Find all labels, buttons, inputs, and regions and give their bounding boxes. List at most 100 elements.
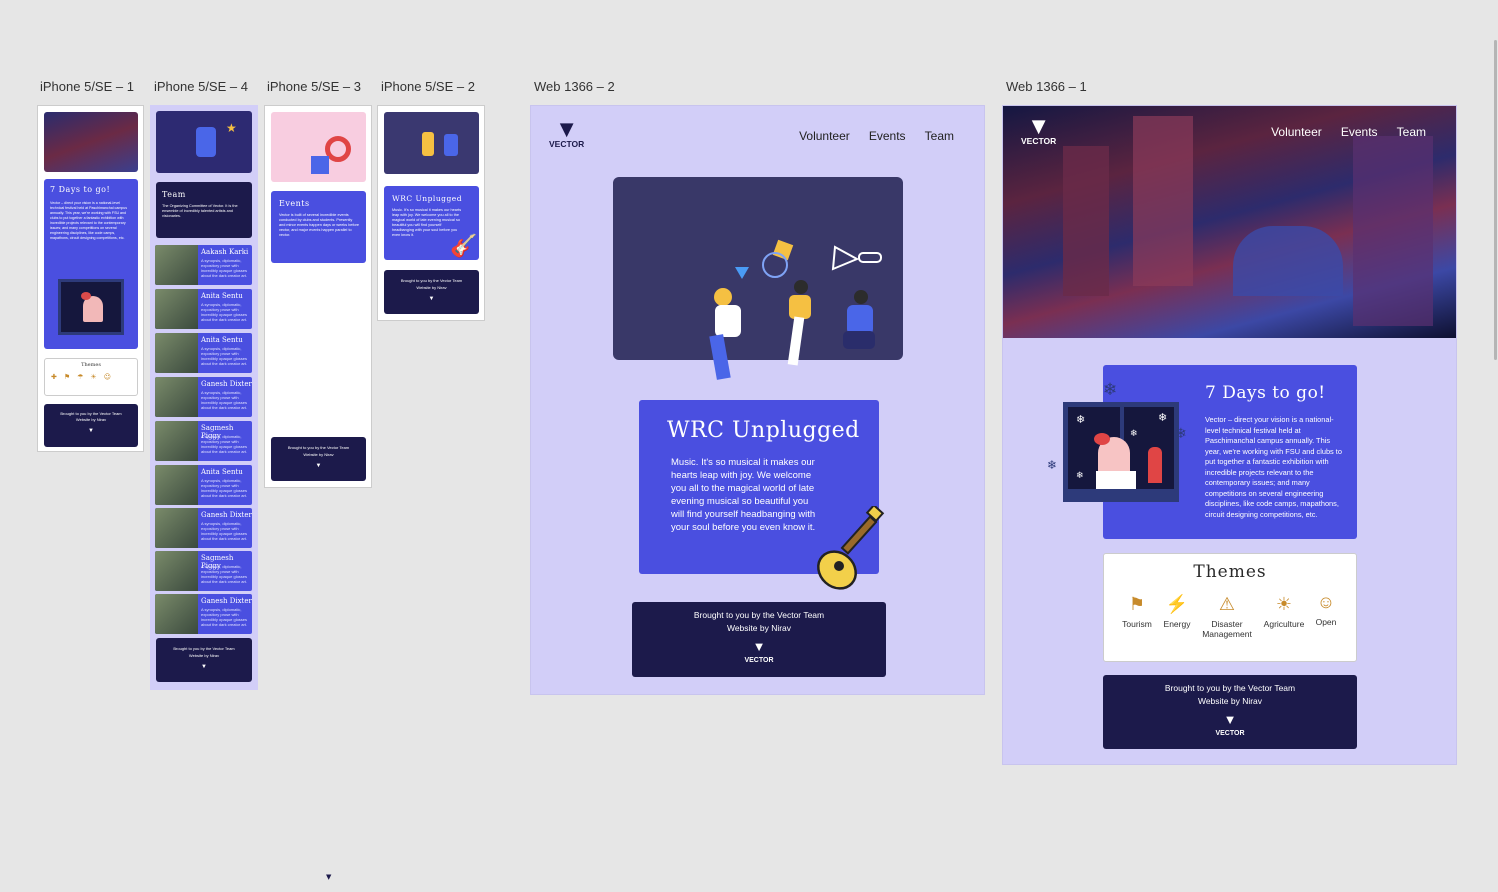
snowflake-icon: ❄ — [1076, 471, 1084, 481]
brand-name: VECTOR — [549, 139, 585, 149]
artboard-iphone-3[interactable]: Events Vector is built of several incred… — [264, 105, 372, 488]
member-name: Ganesh Dixter — [201, 597, 252, 605]
artboard-label-web-2[interactable]: Web 1366 – 2 — [534, 79, 615, 94]
artboard-label-web-1[interactable]: Web 1366 – 1 — [1006, 79, 1087, 94]
member-photo — [155, 594, 198, 634]
team-member-card: Ganesh Dixter A synopsis, diplomatic, exp… — [155, 594, 252, 634]
days-title: 7 Days to go! — [1205, 383, 1326, 403]
team-title: Team — [162, 190, 186, 199]
window-illustration — [58, 279, 124, 335]
hero-photo — [1003, 106, 1456, 338]
wrc-body: Music. It's so musical it makes our hear… — [671, 457, 816, 533]
snowflake-icon: ❄ — [1103, 380, 1118, 400]
vector-logo-icon: ▼ — [1031, 116, 1046, 137]
events-card: Events Vector is built of several incred… — [271, 191, 366, 263]
nav-volunteer[interactable]: Volunteer — [1271, 125, 1322, 139]
team-member-card: Aakash Karki A synopsis, diplomatic, expo… — [155, 245, 252, 285]
nav-events[interactable]: Events — [869, 129, 906, 143]
artboard-iphone-2[interactable]: WRC Unplugged Music. It's so musical it … — [377, 105, 485, 321]
footer-line2: Website by Nirav — [188, 653, 220, 658]
theme-label: Agriculture — [1263, 619, 1305, 629]
team-member-card: Anita Sentu A synopsis, diplomatic, expos… — [155, 465, 252, 505]
footer-brand: VECTOR — [1215, 730, 1245, 737]
member-blurb: A synopsis, diplomatic, expository prose… — [201, 521, 248, 541]
footer-line2: Website by Nirav — [75, 417, 107, 422]
top-nav: Volunteer Events Team — [785, 125, 954, 144]
artboard-label-iphone-1[interactable]: iPhone 5/SE – 1 — [40, 79, 134, 94]
days-title: 7 Days to go! — [50, 185, 111, 194]
member-blurb: A synopsis, diplomatic, expository prose… — [201, 478, 248, 498]
team-member-card: Ganesh Dixter A synopsis, diplomatic, exp… — [155, 377, 252, 417]
hero-photo — [44, 112, 138, 172]
member-name: Ganesh Dixter — [201, 380, 252, 388]
footer-card: Brought to you by the Vector Team Websit… — [44, 404, 138, 447]
theme-disaster-management[interactable]: ⚠ Disaster Management — [1202, 594, 1252, 639]
nav-team[interactable]: Team — [925, 129, 954, 143]
footer-card: Brought to you by the Vector Team Websit… — [156, 638, 252, 682]
footer-line2: Website by Nirav — [416, 285, 447, 290]
vector-logo-icon: ▼ — [428, 296, 435, 302]
member-photo — [155, 551, 198, 591]
team-card: Team The Organizing Committee of Vector.… — [156, 182, 252, 238]
wrc-title: WRC Unplugged — [392, 194, 463, 203]
footer-line2: Website by Nirav — [1197, 696, 1263, 706]
vector-logo-icon: ▼ — [201, 664, 207, 670]
themes-title: Themes — [1193, 562, 1267, 582]
artboard-web-2[interactable]: ▼ VECTOR Volunteer Events Team WRC Unplu… — [530, 105, 985, 695]
vector-logo-icon: ▼ — [752, 639, 766, 654]
footer-card: Brought to you by the Vector Team Websit… — [1103, 675, 1357, 749]
footer-line1: Brought to you by the Vector Team — [173, 646, 235, 651]
member-photo — [155, 508, 198, 548]
dancers-svg — [709, 239, 882, 380]
vector-logo[interactable]: ▼ VECTOR — [549, 119, 585, 150]
artboard-label-iphone-3[interactable]: iPhone 5/SE – 3 — [267, 79, 361, 94]
events-title: Events — [279, 199, 310, 208]
theme-open[interactable]: ☺ Open — [1301, 592, 1351, 627]
member-blurb: A synopsis, diplomatic, expository prose… — [201, 302, 248, 322]
guitar-icon: 🎸 — [450, 234, 478, 259]
artboard-iphone-4[interactable]: ★ Team The Organizing Committee of Vecto… — [150, 105, 258, 690]
theme-label: Energy — [1163, 619, 1191, 629]
footer-line1: Brought to you by the Vector Team — [60, 411, 122, 416]
member-photo — [155, 245, 198, 285]
artboard-label-iphone-4[interactable]: iPhone 5/SE – 4 — [154, 79, 248, 94]
member-name: Ganesh Dixter — [201, 511, 252, 519]
theme-label: Tourism — [1122, 619, 1152, 629]
footer-brand: VECTOR — [744, 657, 774, 664]
days-body: Vector – direct your vision is a nationa… — [50, 201, 128, 240]
team-hero-illustration: ★ — [156, 111, 252, 173]
wrc-title: WRC Unplugged — [667, 418, 860, 443]
themes-card: Themes ✚⚑☂☀☺ — [44, 358, 138, 396]
footer-line1: Brought to you by the Vector Team — [400, 278, 463, 283]
vertical-scrollbar[interactable] — [1494, 40, 1497, 360]
vector-logo-icon: ▼ — [88, 428, 94, 434]
member-photo — [155, 421, 198, 461]
theme-energy[interactable]: ⚡ Energy — [1152, 594, 1202, 629]
events-hero-illustration — [271, 112, 366, 182]
days-body: Vector – direct your vision is a nationa… — [1205, 415, 1342, 519]
nav-volunteer[interactable]: Volunteer — [799, 129, 850, 143]
member-photo — [155, 465, 198, 505]
themes-title: Themes — [81, 362, 101, 368]
artboard-web-1[interactable]: ▼ VECTOR Volunteer Events Team 7 Days to… — [1002, 105, 1457, 765]
snowflake-icon: ❄ — [1130, 429, 1138, 439]
footer-line1: Brought to you by the Vector Team — [693, 610, 825, 620]
events-body: Vector is built of several incredible ev… — [279, 213, 359, 237]
window-illustration: ❄ ❄ ❄ ❄ — [1063, 402, 1179, 502]
canvas-logo-icon: ▼ — [326, 873, 332, 881]
artboard-label-iphone-2[interactable]: iPhone 5/SE – 2 — [381, 79, 475, 94]
member-photo — [155, 333, 198, 373]
footer-card: Brought to you by the Vector Team Websit… — [384, 270, 479, 314]
snowflake-icon: ❄ — [1047, 458, 1058, 472]
member-name: Anita Sentu — [201, 336, 243, 344]
footer-card: Brought to you by the Vector Team Websit… — [271, 437, 366, 481]
nav-events[interactable]: Events — [1341, 125, 1378, 139]
vector-logo[interactable]: ▼ VECTOR — [1021, 116, 1056, 147]
footer-card: Brought to you by the Vector Team Websit… — [632, 602, 886, 677]
member-photo — [155, 377, 198, 417]
footer-line2: Website by Nirav — [726, 623, 792, 633]
nav-team[interactable]: Team — [1397, 125, 1426, 139]
vector-logo-icon: ▼ — [559, 119, 574, 140]
team-member-card: Sagmesh Piggy A synopsis, diplomatic, exp… — [155, 551, 252, 591]
artboard-iphone-1[interactable]: 7 Days to go! Vector – direct your visio… — [37, 105, 144, 452]
